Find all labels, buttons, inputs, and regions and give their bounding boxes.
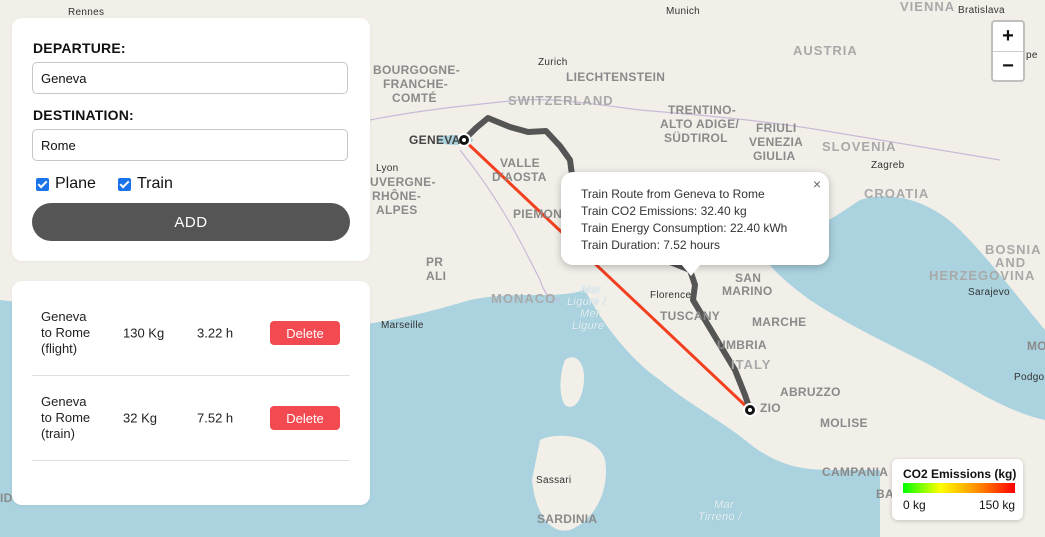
map-label-zagreb: Zagreb (871, 160, 905, 171)
popup-line: Train Route from Geneva to Rome (581, 187, 765, 201)
map-label-bosnia-3: HERZEGOVINA (929, 268, 1036, 283)
departure-label: DEPARTURE: (33, 40, 126, 56)
map-label-comte: COMTÉ (392, 91, 437, 105)
map-label-molise: MOLISE (820, 416, 868, 430)
map-label-monaco: MONACO (491, 291, 557, 306)
route-row: Geneva to Rome (flight) 130 Kg 3.22 h De… (32, 291, 350, 376)
delete-button[interactable]: Delete (270, 406, 340, 430)
popup-tip (681, 264, 701, 276)
map-label-auvergne-1: UVERGNE- (370, 175, 436, 189)
legend-min: 0 kg (903, 498, 926, 512)
legend-max: 150 kg (978, 498, 1015, 512)
map-label-mar-ligure-1: Mar (581, 284, 601, 296)
map-label-auvergne-2: RHÔNE- (372, 189, 422, 203)
map-label-austria: AUSTRIA (793, 43, 858, 58)
plane-checkbox[interactable]: Plane (36, 175, 96, 193)
map-label-munich: Munich (666, 6, 701, 17)
co2-legend: CO2 Emissions (kg) 0 kg 150 kg (892, 459, 1023, 520)
zoom-in-button[interactable]: + (993, 22, 1023, 52)
map-label-friuli-1: FRIULI (756, 121, 797, 135)
route-popup: × Train Route from Geneva to Rome Train … (561, 172, 829, 276)
route-name: Geneva to Rome (train) (41, 394, 91, 441)
route-name: Geneva to Rome (flight) (41, 309, 91, 356)
map-label-bratislava: Bratislava (958, 5, 1005, 16)
map-label-piemonte: PIEMON (513, 207, 563, 221)
map-label-mar-tirreno-2: Tirreno / (698, 511, 742, 523)
map-label-friuli-3: GIULIA (753, 149, 796, 163)
route-row: Geneva to Rome (train) 32 Kg 7.52 h Dele… (32, 376, 350, 461)
departure-input[interactable] (32, 62, 348, 94)
train-checkbox-box[interactable] (118, 177, 131, 191)
map-label-marche: MARCHE (752, 315, 807, 329)
map-label-valle-2: D'AOSTA (492, 170, 547, 184)
map-label-switzerland: SWITZERLAND (508, 93, 614, 108)
map-label-mo: MO (1027, 339, 1045, 353)
delete-button[interactable]: Delete (270, 321, 340, 345)
route-co2: 32 Kg (123, 410, 157, 426)
train-checkbox-label: Train (137, 175, 173, 192)
legend-title: CO2 Emissions (kg) (903, 467, 1017, 481)
map-label-pe: pe (1026, 50, 1038, 61)
route-co2: 130 Kg (123, 325, 165, 341)
map-label-lyon: Lyon (376, 163, 399, 174)
map-label-sassari: Sassari (536, 475, 572, 486)
map-label-mar-ligure-4: Ligure (572, 320, 605, 332)
popup-line: Train CO2 Emissions: 32.40 kg (581, 204, 747, 218)
legend-gradient (903, 483, 1015, 493)
map-label-trentino-3: SÜDTIROL (664, 131, 728, 145)
map-label-bourgogne: BOURGOGNE- (373, 63, 460, 77)
map-label-friuli-2: VENEZIA (749, 135, 804, 149)
route-duration: 3.22 h (197, 325, 234, 341)
map-label-slovenia: SLOVENIA (822, 139, 897, 154)
routes-list-panel: Geneva to Rome (flight) 130 Kg 3.22 h De… (12, 281, 370, 505)
map-label-italy: ITALY (731, 357, 772, 372)
map-label-id: ID (0, 491, 13, 505)
map-label-geneva: GENEVA (409, 133, 461, 147)
add-button[interactable]: ADD (32, 203, 350, 241)
zoom-out-button[interactable]: − (993, 52, 1023, 81)
plane-checkbox-label: Plane (55, 175, 96, 192)
train-checkbox[interactable]: Train (118, 175, 173, 193)
map-label-valle-1: VALLE (500, 156, 540, 170)
map-label-ali: ALI (426, 269, 447, 283)
destination-label: DESTINATION: (33, 107, 134, 123)
popup-line: Train Duration: 7.52 hours (581, 238, 720, 252)
zoom-control: + − (991, 20, 1025, 82)
map-label-mar-ligure-3: Mer (580, 308, 600, 320)
map-label-umbria: UMBRIA (717, 338, 767, 352)
map-label-mar-ligure-2: Ligure / (567, 296, 607, 308)
plane-checkbox-box[interactable] (36, 177, 49, 191)
map-label-lazio: ZIO (760, 401, 781, 415)
map-label-sarajevo: Sarajevo (968, 287, 1010, 298)
map-label-auvergne-3: ALPES (376, 203, 418, 217)
popup-line: Train Energy Consumption: 22.40 kWh (581, 221, 788, 235)
map-label-florence: Florence (650, 290, 692, 301)
map-label-vienna: VIENNA (900, 0, 956, 14)
map-label-zurich: Zurich (538, 57, 568, 68)
map-label-rennes: Rennes (68, 7, 105, 18)
map-label-san-marino-2: MARINO (722, 284, 773, 298)
map-label-trentino-2: ALTO ADIGE/ (660, 117, 740, 131)
map-label-podgo: Podgo (1014, 372, 1045, 383)
map-label-sardinia: SARDINIA (537, 512, 598, 526)
map-label-pr: PR (426, 255, 444, 269)
map-label-tuscany: TUSCANY (660, 309, 721, 323)
map-label-marseille: Marseille (381, 320, 424, 331)
map-label-abruzzo: ABRUZZO (780, 385, 841, 399)
map-label-campania: CAMPANIA (822, 465, 889, 479)
map-label-croatia: CROATIA (864, 186, 930, 201)
map-label-liechtenstein: LIECHTENSTEIN (566, 70, 666, 84)
map-label-mar-tirreno-1: Mar (714, 499, 734, 511)
route-form-panel: DEPARTURE: DESTINATION: Plane Train ADD (12, 18, 370, 261)
destination-input[interactable] (32, 129, 348, 161)
close-icon[interactable]: × (813, 176, 821, 192)
map-label-trentino-1: TRENTINO- (668, 103, 737, 117)
map-label-franche: FRANCHE- (383, 77, 449, 91)
popup-content: Train Route from Geneva to Rome Train CO… (581, 186, 787, 254)
route-duration: 7.52 h (197, 410, 234, 426)
